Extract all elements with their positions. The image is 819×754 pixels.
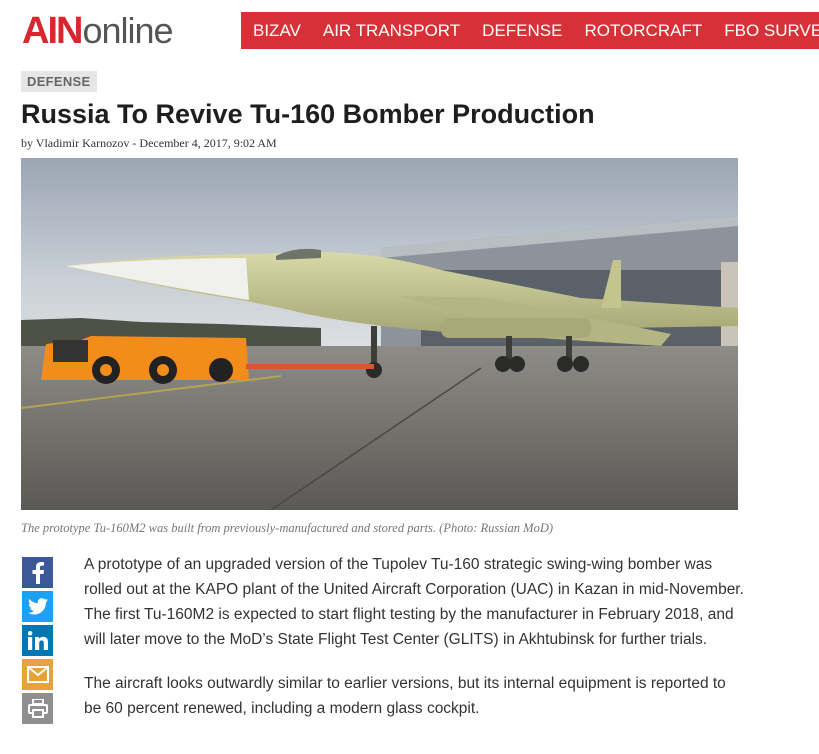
print-button[interactable] xyxy=(22,693,53,724)
article-paragraph: The aircraft looks outwardly similar to … xyxy=(84,675,726,717)
article-photo xyxy=(21,158,738,510)
nav-item-defense[interactable]: DEFENSE xyxy=(471,21,573,41)
nav-item-air-transport[interactable]: AIR TRANSPORT xyxy=(312,21,471,41)
print-icon xyxy=(27,699,48,718)
photo-caption: The prototype Tu-160M2 was built from pr… xyxy=(21,521,554,535)
article-byline: by Vladimir Karnozov - December 4, 2017,… xyxy=(21,136,277,150)
site-logo[interactable]: AIN online xyxy=(22,10,174,52)
share-bar xyxy=(22,557,53,727)
facebook-icon xyxy=(32,561,44,584)
logo-text-ain: AIN xyxy=(22,10,83,52)
article-title: Russia To Revive Tu-160 Bomber Productio… xyxy=(21,99,595,129)
article-paragraph: A prototype of an upgraded version of th… xyxy=(84,556,744,648)
facebook-share-button[interactable] xyxy=(22,557,53,588)
email-share-button[interactable] xyxy=(22,659,53,690)
nav-item-fbo-survey[interactable]: FBO SURVEY xyxy=(713,21,819,41)
twitter-share-button[interactable] xyxy=(22,591,53,622)
article-body: A prototype of an upgraded version of th… xyxy=(84,552,744,740)
twitter-icon xyxy=(27,598,48,615)
logo-text-online: online xyxy=(82,10,173,51)
email-icon xyxy=(26,666,49,683)
main-navigation: BIZAV AIR TRANSPORT DEFENSE ROTORCRAFT F… xyxy=(241,12,819,49)
linkedin-icon xyxy=(27,631,48,650)
linkedin-share-button[interactable] xyxy=(22,625,53,656)
nav-item-bizav[interactable]: BIZAV xyxy=(241,21,312,41)
category-tag[interactable]: DEFENSE xyxy=(21,71,97,92)
nav-item-rotorcraft[interactable]: ROTORCRAFT xyxy=(573,21,713,41)
